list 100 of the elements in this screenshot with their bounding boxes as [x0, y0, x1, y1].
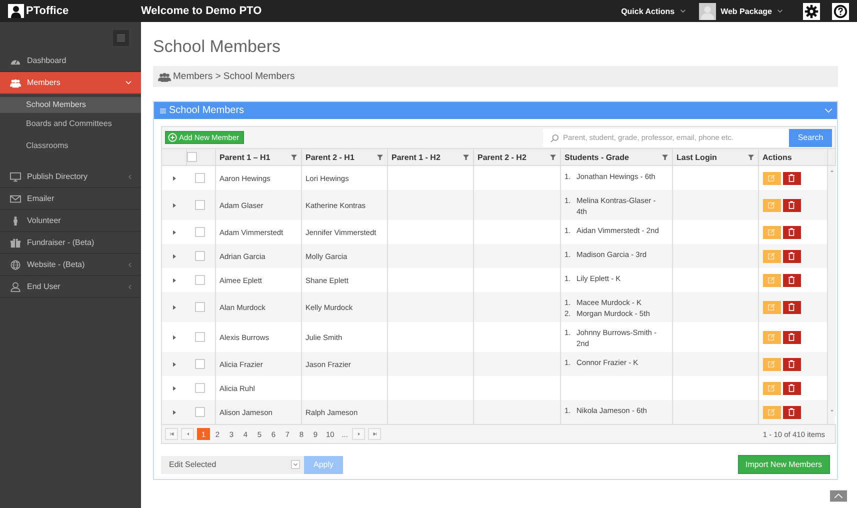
edit-icon [768, 276, 775, 284]
row-checkbox[interactable] [195, 251, 206, 261]
sidebar-item[interactable]: Members [0, 72, 141, 94]
list-icon [160, 108, 166, 114]
user-icon [10, 282, 21, 292]
row-checkbox[interactable] [195, 359, 206, 369]
row-checkbox[interactable] [195, 173, 206, 183]
sidebar-item[interactable]: Emailer [0, 188, 141, 210]
avatar-icon[interactable] [698, 2, 716, 20]
delete-button[interactable] [782, 358, 800, 370]
expand-icon[interactable] [172, 304, 176, 310]
column-header[interactable]: Parent 2 - H1 [301, 148, 387, 166]
previous-page-icon [184, 431, 190, 437]
users-icon [10, 78, 21, 88]
edit-icon [768, 360, 775, 368]
row-checkbox[interactable] [195, 383, 206, 393]
first-page-icon [168, 431, 174, 437]
edit-icon [768, 408, 775, 416]
trash-icon [788, 303, 795, 311]
logo-icon [8, 4, 24, 18]
next-page-icon [356, 431, 362, 437]
trash-icon [788, 252, 795, 260]
delete-button[interactable] [782, 330, 800, 344]
logo-text[interactable]: PToffice [26, 5, 69, 17]
trash-icon [788, 174, 795, 182]
breadcrumb-text[interactable]: Members > School Members [173, 71, 295, 82]
delete-button[interactable] [782, 172, 800, 184]
filter-icon[interactable] [376, 154, 382, 160]
edit-icon [768, 201, 775, 209]
filter-icon[interactable] [748, 154, 754, 160]
quick-actions-menu[interactable]: Quick Actions [621, 6, 675, 16]
column-header[interactable]: Parent 1 - H2 [387, 148, 473, 166]
sidebar-item[interactable]: Fundraiser - (Beta) [0, 232, 141, 254]
filter-icon[interactable] [662, 154, 668, 160]
gift-icon [10, 238, 21, 248]
expand-icon[interactable] [172, 410, 176, 414]
scrollbar[interactable] [828, 166, 836, 416]
submenu-item[interactable]: Boards and Committees [0, 116, 141, 132]
select-all-checkbox[interactable] [186, 152, 196, 162]
trash-icon [788, 408, 795, 416]
chevron-down-icon[interactable] [680, 9, 686, 13]
row-checkbox[interactable] [195, 275, 206, 285]
filter-icon[interactable] [290, 154, 296, 160]
filter-icon[interactable] [462, 154, 468, 160]
search-icon [550, 134, 559, 142]
trash-icon [788, 333, 795, 341]
row-checkbox[interactable] [195, 407, 206, 417]
help-icon[interactable] [832, 2, 849, 20]
last-page-button[interactable] [368, 428, 382, 440]
expand-icon[interactable] [172, 254, 176, 258]
column-header[interactable]: Students - Grade [560, 148, 672, 166]
edit-icon [768, 303, 775, 311]
delete-button[interactable] [782, 274, 800, 286]
submenu-item[interactable]: Classrooms [0, 138, 141, 154]
delete-button[interactable] [782, 406, 800, 418]
filter-icon[interactable] [550, 154, 556, 160]
row-checkbox[interactable] [195, 200, 206, 210]
expand-icon[interactable] [172, 386, 176, 390]
page-title: School Members [153, 36, 282, 58]
column-header[interactable]: Last Login [672, 148, 758, 166]
settings-icon[interactable] [803, 2, 820, 20]
expand-icon[interactable] [172, 176, 176, 180]
edit-icon [768, 252, 775, 260]
sidebar-item[interactable]: Publish Directory [0, 166, 141, 188]
edit-icon [768, 174, 775, 182]
trash-icon [788, 201, 795, 209]
delete-button[interactable] [782, 250, 800, 262]
users-icon [158, 72, 171, 82]
bulk-action-select[interactable]: Edit Selected [161, 456, 304, 474]
caret-icon [291, 460, 300, 469]
panel-title: School Members [169, 105, 244, 116]
expand-icon[interactable] [172, 230, 176, 234]
delete-button[interactable] [782, 198, 800, 212]
row-checkbox[interactable] [195, 302, 206, 312]
sidebar-item[interactable]: Volunteer [0, 210, 141, 232]
trash-icon [788, 384, 795, 392]
submenu-item[interactable]: School Members [0, 97, 141, 113]
plus-circle-icon [168, 133, 177, 142]
envelope-icon [10, 194, 21, 204]
row-checkbox[interactable] [195, 227, 206, 237]
expand-icon[interactable] [172, 334, 176, 340]
row-checkbox[interactable] [195, 332, 206, 342]
sidebar-item[interactable]: Website - (Beta) [0, 254, 141, 276]
edit-icon [768, 228, 775, 236]
delete-button[interactable] [782, 300, 800, 314]
delete-button[interactable] [782, 226, 800, 238]
scroll-top-icon[interactable] [830, 490, 847, 502]
monitor-icon [10, 172, 21, 182]
web-package-menu[interactable]: Web Package [720, 6, 772, 16]
delete-button[interactable] [782, 382, 800, 394]
expand-icon[interactable] [172, 202, 176, 208]
last-page-icon [372, 431, 378, 437]
chevron-down-icon[interactable] [777, 9, 783, 13]
column-header[interactable]: Parent 1 – H1 [215, 148, 301, 166]
sidebar-item[interactable]: End User [0, 276, 141, 298]
column-header[interactable]: Parent 2 - H2 [473, 148, 560, 166]
column-header[interactable]: Actions [758, 148, 827, 166]
expand-icon[interactable] [172, 278, 176, 282]
first-page-button[interactable] [165, 428, 178, 440]
expand-icon[interactable] [172, 362, 176, 366]
